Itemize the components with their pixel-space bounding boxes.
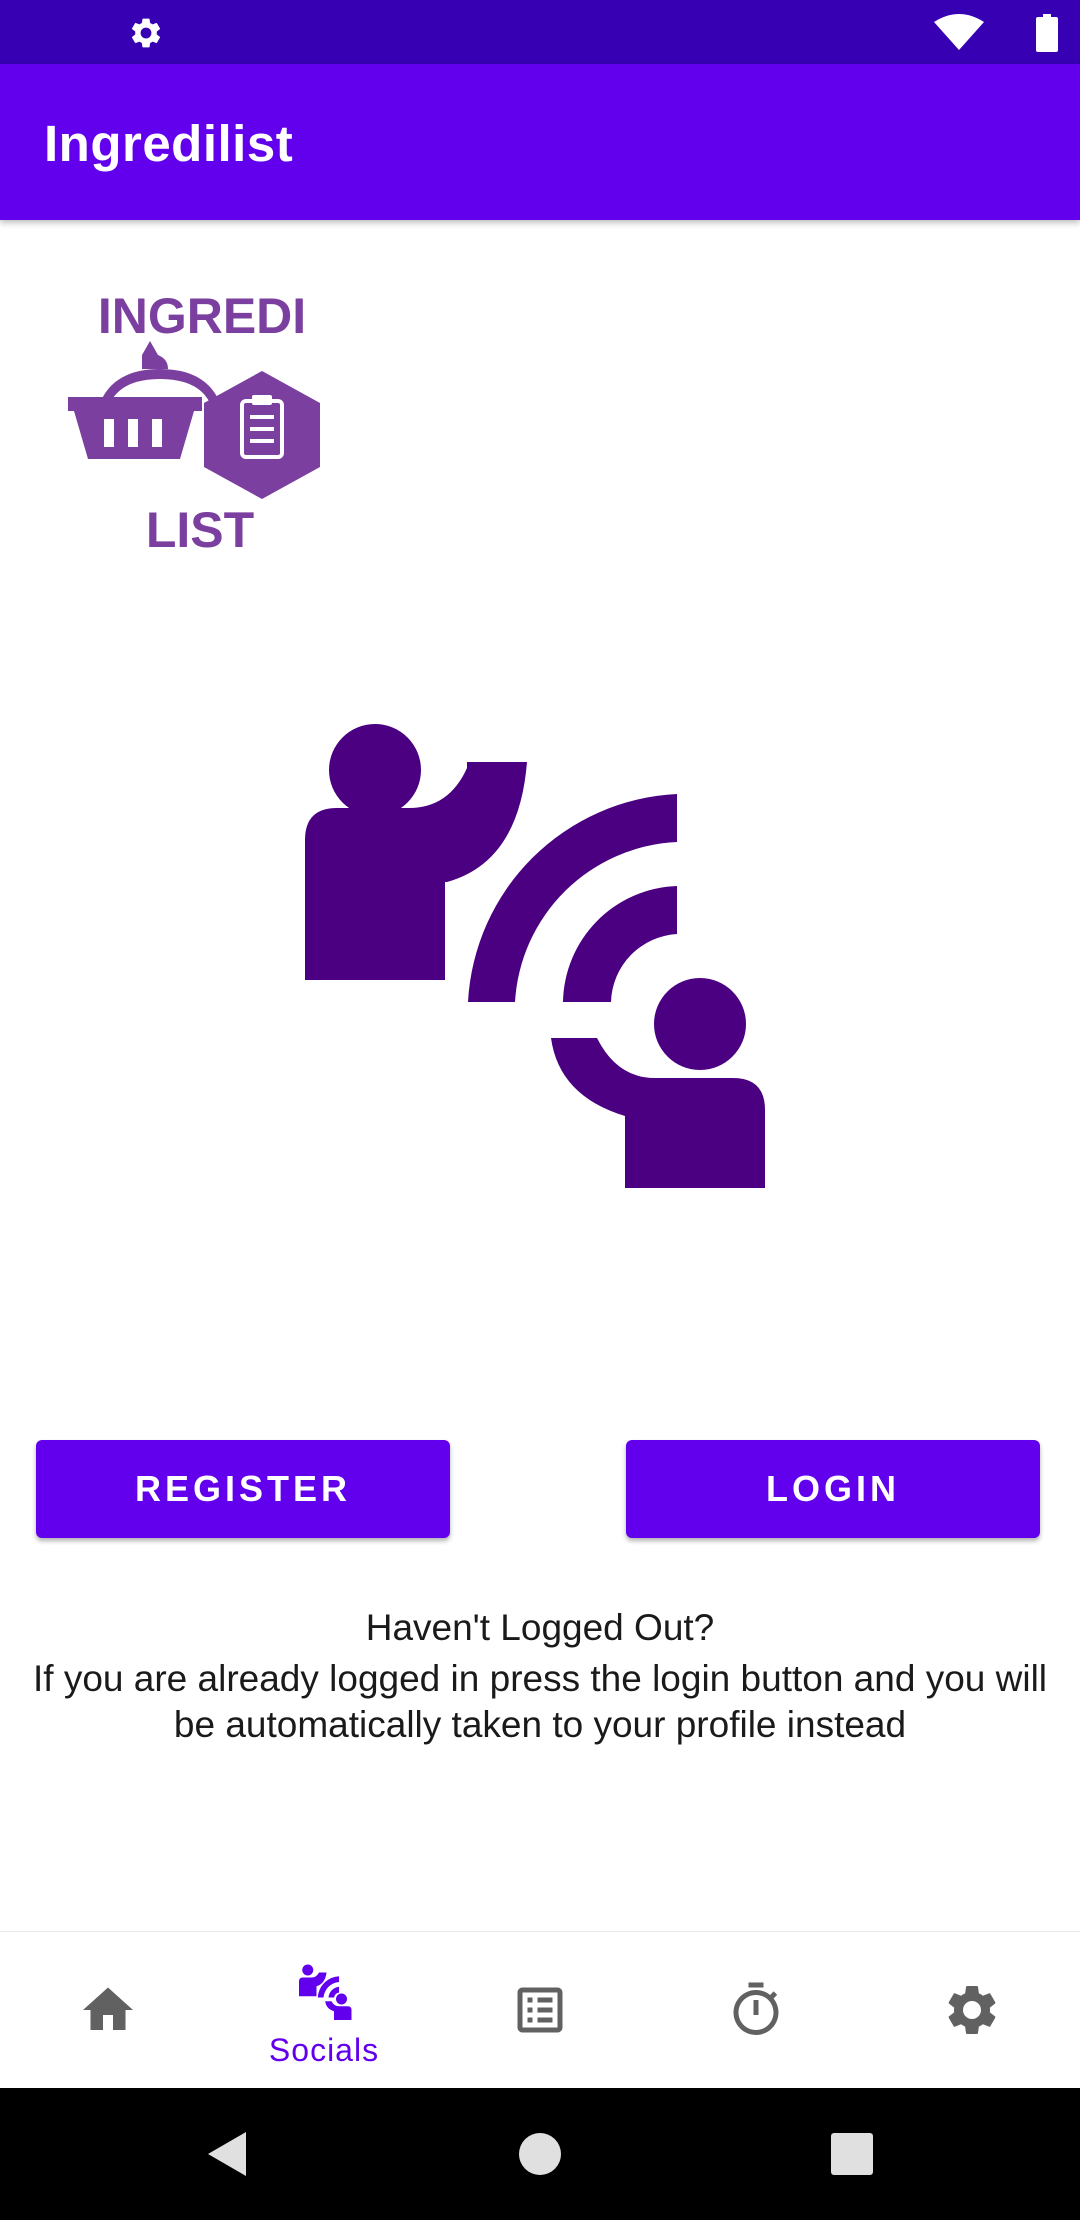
register-button[interactable]: REGISTER	[36, 1440, 450, 1538]
system-navigation-bar	[0, 2088, 1080, 2220]
home-circle-icon[interactable]	[514, 2128, 566, 2180]
nav-item-timer[interactable]	[648, 1932, 864, 2089]
connect-people-icon	[305, 724, 765, 1188]
home-icon	[83, 1987, 133, 2030]
battery-icon	[1036, 14, 1058, 52]
app-bar: Ingredilist	[0, 64, 1080, 220]
bottom-navigation: Socials	[0, 1931, 1080, 2088]
app-logo: INGREDI LIST	[68, 288, 320, 555]
svg-text:LIST: LIST	[146, 502, 254, 555]
info-body: If you are already logged in press the l…	[32, 1658, 1048, 1745]
svg-text:INGREDI: INGREDI	[98, 288, 306, 344]
app-title: Ingredilist	[44, 115, 294, 172]
gear-icon	[131, 18, 161, 48]
nav-item-list[interactable]	[432, 1932, 648, 2089]
back-icon[interactable]	[202, 2128, 254, 2180]
basket-icon	[68, 341, 220, 459]
nav-item-socials[interactable]: Socials	[216, 1932, 432, 2089]
wifi-icon	[934, 14, 984, 50]
nav-label-socials: Socials	[268, 2032, 380, 2068]
info-title: Haven't Logged Out?	[365, 1607, 715, 1648]
status-bar	[0, 0, 1080, 64]
nav-item-home[interactable]	[0, 1932, 216, 2089]
settings-icon	[948, 1985, 996, 2034]
recents-icon[interactable]	[826, 2128, 878, 2180]
nav-item-settings[interactable]	[864, 1932, 1080, 2089]
clipboard-hex-icon	[204, 371, 320, 499]
timer-icon	[733, 1982, 779, 2035]
login-button[interactable]: LOGIN	[626, 1440, 1040, 1538]
list-icon	[517, 1987, 563, 2033]
info-section: Haven't Logged Out? If you are already l…	[20, 1600, 1060, 1748]
socials-icon	[299, 1964, 352, 2020]
